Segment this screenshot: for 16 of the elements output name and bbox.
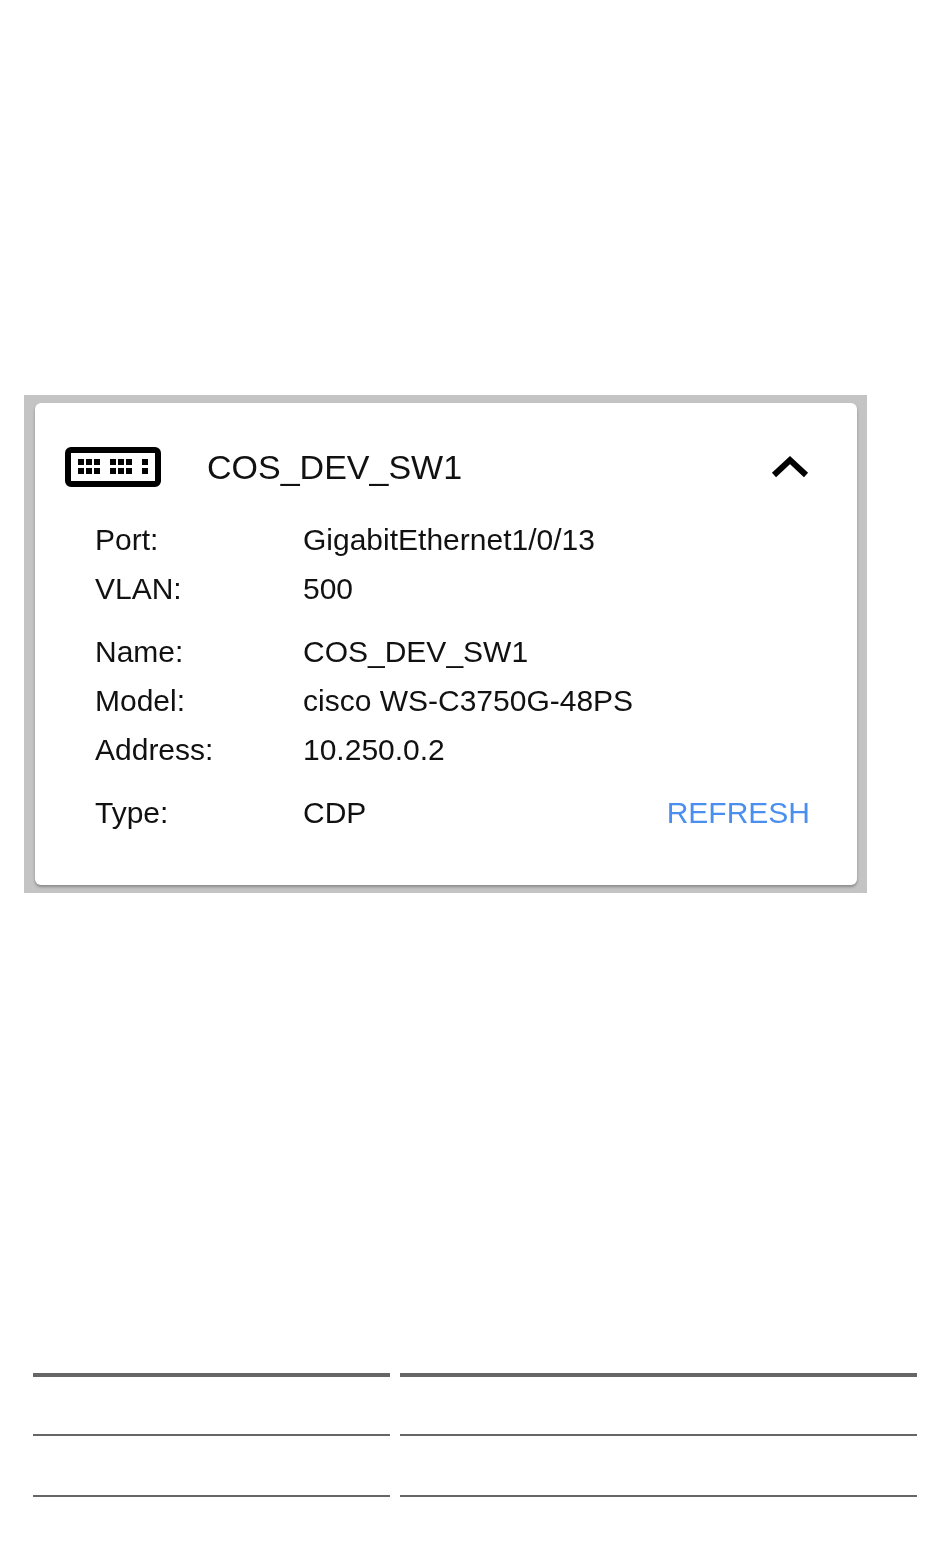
field-value: 10.250.0.2 [303,732,446,767]
refresh-button[interactable]: REFRESH [666,795,810,830]
field-value: 500 [303,571,355,606]
field-label: Port: [95,522,160,557]
network-switch-icon [65,447,161,487]
field-value: GigabitEthernet1/0/13 [303,522,596,557]
field-value: cisco WS-C3750G-48PS [303,683,635,718]
collapse-button[interactable] [770,455,810,479]
field-label: Type: [95,795,170,830]
device-title: COS_DEV_SW1 [207,447,464,487]
field-label: Name: [95,634,185,669]
field-label: Address: [95,732,215,767]
field-label: VLAN: [95,571,183,606]
field-value: CDP [303,795,368,830]
field-value: COS_DEV_SW1 [303,634,530,669]
field-label: Model: [95,683,187,718]
